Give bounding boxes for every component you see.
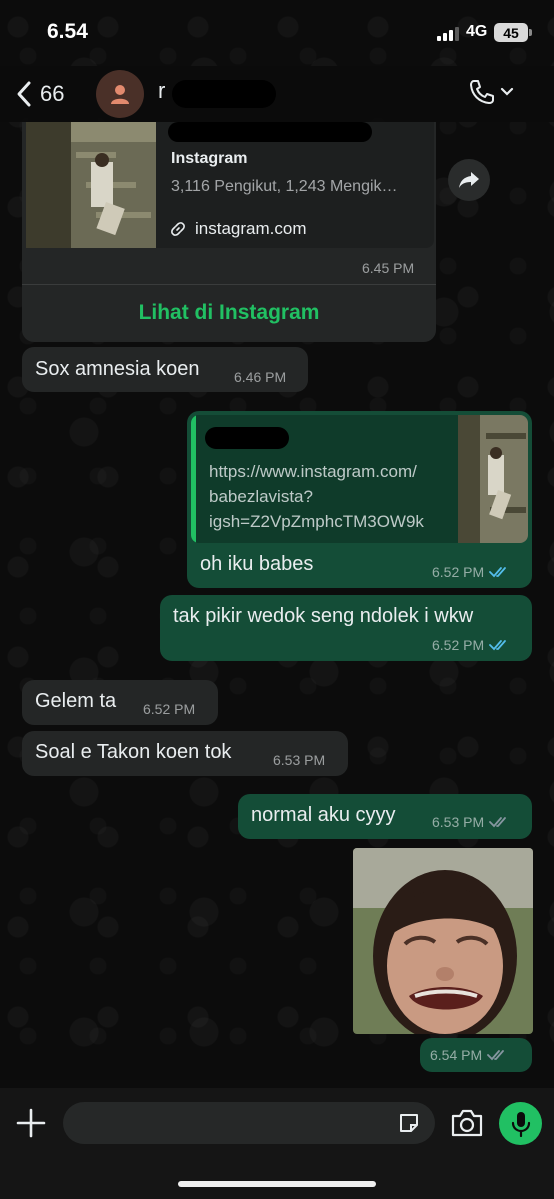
camera-icon xyxy=(451,1109,483,1137)
signal-icon xyxy=(437,27,459,41)
read-ticks-icon xyxy=(489,567,507,578)
home-indicator xyxy=(178,1181,376,1187)
instagram-card-message[interactable]: Instagram 3,116 Pengikut, 1,243 Mengik… … xyxy=(22,122,436,342)
message-text: oh iku babes xyxy=(200,553,314,575)
message-time: 6.45 PM xyxy=(362,260,415,276)
message-time-text: 6.54 PM xyxy=(430,1047,483,1063)
battery-icon: 45 xyxy=(494,23,532,42)
message-time: 6.52 PM xyxy=(143,701,196,717)
call-button[interactable] xyxy=(468,78,514,106)
quote-bar xyxy=(191,415,196,543)
delivered-ticks-icon xyxy=(487,1050,505,1061)
link-preview[interactable]: Instagram 3,116 Pengikut, 1,243 Mengik… … xyxy=(26,122,434,248)
sticker-button[interactable] xyxy=(397,1111,421,1135)
delivered-ticks-icon xyxy=(489,817,507,828)
quoted-link-text: https://www.instagram.com/ babezlavista?… xyxy=(209,462,424,531)
message-text: Sox amnesia koen xyxy=(35,358,200,380)
message-input[interactable] xyxy=(63,1102,435,1144)
message-time-text: 6.52 PM xyxy=(432,637,485,653)
attach-button[interactable] xyxy=(14,1106,48,1140)
image-time-badge: 6.54 PM xyxy=(420,1038,532,1072)
preview-title: Instagram xyxy=(171,150,248,167)
message-time: 6.53 PM xyxy=(273,752,326,768)
preview-domain: instagram.com xyxy=(171,219,306,239)
status-bar: 6.54 4G 45 xyxy=(0,0,554,66)
message-text: normal aku cyyy xyxy=(251,804,396,826)
contact-name[interactable]: r xyxy=(158,78,165,104)
quoted-link-preview[interactable]: https://www.instagram.com/ babezlavista?… xyxy=(191,415,528,543)
outgoing-message[interactable]: tak pikir wedok seng ndolek i wkw 6.52 P… xyxy=(160,595,532,661)
forward-icon xyxy=(459,172,479,188)
redaction xyxy=(172,80,276,108)
sticker-icon xyxy=(400,1114,418,1132)
message-text: tak pikir wedok seng ndolek i wkw xyxy=(173,605,474,627)
chevron-down-icon xyxy=(500,87,514,96)
person-icon xyxy=(111,85,129,104)
message-time: 6.46 PM xyxy=(234,369,287,385)
read-ticks-icon xyxy=(489,640,507,651)
redaction xyxy=(168,122,372,142)
plus-icon xyxy=(16,1108,46,1138)
quoted-thumbnail xyxy=(458,415,528,543)
preview-thumbnail xyxy=(26,122,156,248)
chat-header: 66 r xyxy=(0,66,554,122)
incoming-message[interactable]: Sox amnesia koen 6.46 PM xyxy=(22,347,308,392)
view-on-instagram-button[interactable]: Lihat di Instagram xyxy=(22,301,436,325)
message-text: Soal e Takon koen tok xyxy=(35,741,232,763)
chevron-left-icon xyxy=(17,81,31,107)
avatar[interactable] xyxy=(96,70,144,118)
status-time: 6.54 xyxy=(47,20,88,43)
network-label: 4G xyxy=(466,23,488,40)
message-time: 6.52 PM xyxy=(432,637,509,653)
outgoing-message[interactable]: normal aku cyyy 6.53 PM xyxy=(238,794,532,839)
message-text: Gelem ta xyxy=(35,690,117,712)
outgoing-message[interactable]: https://www.instagram.com/ babezlavista?… xyxy=(187,411,532,588)
redaction xyxy=(205,427,289,449)
microphone-button[interactable] xyxy=(499,1102,542,1145)
preview-description: 3,116 Pengikut, 1,243 Mengik… xyxy=(171,178,398,195)
message-time-text: 6.52 PM xyxy=(432,564,485,580)
link-icon xyxy=(171,222,185,236)
back-button[interactable]: 66 xyxy=(14,76,64,112)
sticker-image[interactable] xyxy=(353,848,533,1034)
message-time-text: 6.53 PM xyxy=(432,814,485,830)
incoming-message[interactable]: Soal e Takon koen tok 6.53 PM xyxy=(22,731,348,776)
message-time: 6.52 PM xyxy=(432,564,509,580)
microphone-icon xyxy=(511,1111,530,1137)
message-time: 6.53 PM xyxy=(432,814,509,830)
incoming-message[interactable]: Gelem ta 6.52 PM xyxy=(22,680,218,725)
battery-level: 45 xyxy=(503,24,519,41)
camera-button[interactable] xyxy=(450,1108,484,1138)
divider xyxy=(22,284,436,285)
forward-button[interactable] xyxy=(448,159,490,201)
message-time: 6.54 PM xyxy=(430,1047,507,1063)
preview-domain-text: instagram.com xyxy=(195,219,307,238)
phone-icon xyxy=(470,80,494,104)
unread-count: 66 xyxy=(40,81,65,106)
